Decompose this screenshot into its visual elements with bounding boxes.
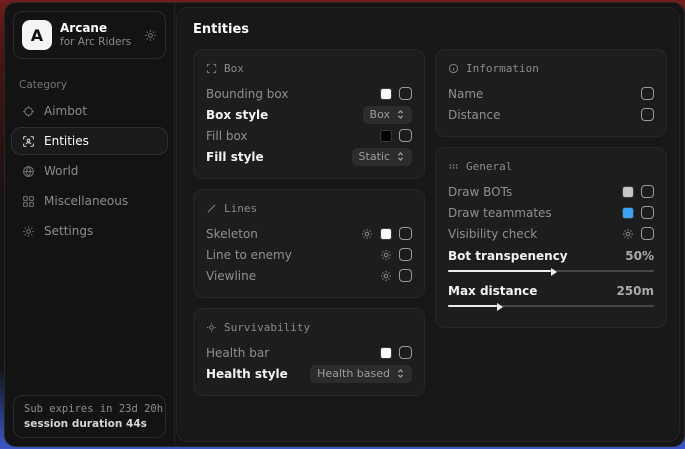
subscription-info-card: Sub expires in 23d 20h session duration … xyxy=(13,395,166,438)
setting-row-health-style: Health style Health based xyxy=(206,363,412,384)
panel-header-label: Information xyxy=(466,62,539,75)
sidebar-item-label: Settings xyxy=(44,224,93,238)
skeleton-checkbox[interactable] xyxy=(399,227,412,240)
color-swatch[interactable] xyxy=(380,228,392,240)
app-window: A Arcane for Arc Riders Category Aimbot xyxy=(4,2,685,447)
panel-information: Information Name Distance xyxy=(435,49,667,137)
distance-checkbox[interactable] xyxy=(641,108,654,121)
setting-row-max-distance: Max distance 250m xyxy=(448,281,654,310)
app-title: Arcane xyxy=(60,21,136,36)
gear-icon[interactable] xyxy=(144,29,157,42)
color-swatch[interactable] xyxy=(622,207,634,219)
box-brackets-icon xyxy=(206,63,217,74)
bot-transparency-slider[interactable] xyxy=(448,267,654,275)
fill-style-dropdown[interactable]: Static xyxy=(352,148,412,166)
setting-row-skeleton: Skeleton xyxy=(206,223,412,244)
panel-header-label: Lines xyxy=(224,202,257,215)
line-to-enemy-checkbox[interactable] xyxy=(399,248,412,261)
panel-header-label: Box xyxy=(224,62,244,75)
fill-box-checkbox[interactable] xyxy=(399,129,412,142)
setting-row-name: Name xyxy=(448,83,654,104)
sidebar-item-world[interactable]: World xyxy=(11,157,168,185)
sidebar-item-label: Aimbot xyxy=(44,104,87,118)
sidebar-item-label: World xyxy=(44,164,78,178)
health-bar-checkbox[interactable] xyxy=(399,346,412,359)
color-swatch[interactable] xyxy=(380,130,392,142)
slider-thumb[interactable] xyxy=(551,268,557,276)
color-swatch[interactable] xyxy=(622,186,634,198)
box-style-dropdown[interactable]: Box xyxy=(363,106,412,124)
category-label: Category xyxy=(19,79,160,91)
setting-row-viewline: Viewline xyxy=(206,265,412,286)
sidebar-nav: Aimbot Entities World Miscellaneous xyxy=(5,97,174,245)
main-content: Entities Box Bounding box xyxy=(176,7,680,442)
logo-card: A Arcane for Arc Riders xyxy=(13,11,166,59)
sidebar-item-settings[interactable]: Settings xyxy=(11,217,168,245)
setting-row-draw-teammates: Draw teammates xyxy=(448,202,654,223)
app-logo: A xyxy=(22,20,52,50)
sidebar-item-aimbot[interactable]: Aimbot xyxy=(11,97,168,125)
color-swatch[interactable] xyxy=(380,88,392,100)
sidebar-item-label: Entities xyxy=(44,134,89,148)
dots-grid-icon xyxy=(448,161,459,172)
scan-person-icon xyxy=(22,135,35,148)
crosshair-icon xyxy=(22,105,35,118)
gear-icon[interactable] xyxy=(361,228,373,240)
diagonal-line-icon xyxy=(206,203,217,214)
color-swatch[interactable] xyxy=(380,347,392,359)
setting-row-draw-bots: Draw BOTs xyxy=(448,181,654,202)
bounding-box-checkbox[interactable] xyxy=(399,87,412,100)
setting-row-bounding-box: Bounding box xyxy=(206,83,412,104)
setting-row-bot-transparency: Bot transpenency 50% xyxy=(448,246,654,275)
setting-row-fill-style: Fill style Static xyxy=(206,146,412,167)
grid-icon xyxy=(22,195,35,208)
panel-box: Box Bounding box Box style Box xyxy=(193,49,425,179)
panel-survivability: Survivability Health bar Health style xyxy=(193,308,425,396)
setting-row-visibility-check: Visibility check xyxy=(448,223,654,244)
gear-icon[interactable] xyxy=(380,270,392,282)
sidebar-item-entities[interactable]: Entities xyxy=(11,127,168,155)
up-down-arrows-icon xyxy=(396,368,405,379)
setting-row-health-bar: Health bar xyxy=(206,342,412,363)
sub-expiry-text: Sub expires in 23d 20h xyxy=(24,403,155,415)
gear-icon[interactable] xyxy=(380,249,392,261)
globe-icon xyxy=(22,165,35,178)
setting-row-fill-box: Fill box xyxy=(206,125,412,146)
app-subtitle: for Arc Riders xyxy=(60,36,136,49)
setting-row-box-style: Box style Box xyxy=(206,104,412,125)
health-style-dropdown[interactable]: Health based xyxy=(310,365,412,383)
up-down-arrows-icon xyxy=(396,109,405,120)
sidebar-item-label: Miscellaneous xyxy=(44,194,128,208)
setting-row-distance: Distance xyxy=(448,104,654,125)
panel-header-label: Survivability xyxy=(224,321,310,334)
draw-bots-checkbox[interactable] xyxy=(641,185,654,198)
slider-thumb[interactable] xyxy=(497,303,503,311)
sidebar: A Arcane for Arc Riders Category Aimbot xyxy=(5,3,175,446)
max-distance-value: 250m xyxy=(616,284,654,298)
draw-teammates-checkbox[interactable] xyxy=(641,206,654,219)
viewline-checkbox[interactable] xyxy=(399,269,412,282)
panel-lines: Lines Skeleton Line to enemy xyxy=(193,189,425,298)
setting-row-line-to-enemy: Line to enemy xyxy=(206,244,412,265)
life-burst-icon xyxy=(206,322,217,333)
session-duration-text: session duration 44s xyxy=(24,418,155,430)
gear-icon xyxy=(22,225,35,238)
panel-header-label: General xyxy=(466,160,512,173)
panel-general: General Draw BOTs Draw teammates xyxy=(435,147,667,328)
page-title: Entities xyxy=(193,22,667,37)
bot-transparency-value: 50% xyxy=(625,249,654,263)
visibility-check-checkbox[interactable] xyxy=(641,227,654,240)
up-down-arrows-icon xyxy=(396,151,405,162)
max-distance-slider[interactable] xyxy=(448,302,654,310)
gear-icon[interactable] xyxy=(622,228,634,240)
info-icon xyxy=(448,63,459,74)
name-checkbox[interactable] xyxy=(641,87,654,100)
sidebar-item-miscellaneous[interactable]: Miscellaneous xyxy=(11,187,168,215)
